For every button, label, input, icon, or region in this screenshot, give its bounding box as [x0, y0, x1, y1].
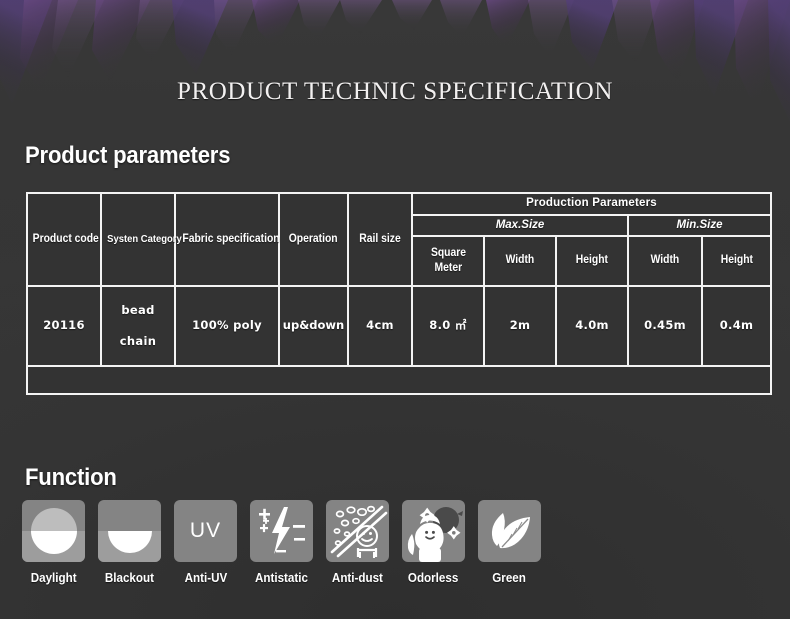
daylight-half-circle-icon	[22, 500, 85, 562]
col-header-operation: Operation	[280, 194, 347, 286]
function-label-anti-dust: Anti-dust	[331, 571, 384, 585]
cell-fabric-specification: 100% poly	[176, 287, 278, 366]
cell-max-square-meter: 8.0 ㎡	[413, 287, 483, 366]
function-label-green: Green	[492, 571, 527, 585]
col-header-min-width: Width	[629, 237, 701, 286]
uv-text-icon: UV	[174, 500, 237, 562]
function-item-antistatic[interactable]: Antistatic	[250, 500, 313, 585]
subgroup-header-min-size: Min.Size	[629, 215, 771, 236]
product-parameters-heading: Product parameters	[25, 142, 231, 169]
cell-min-width: 0.45m	[629, 287, 701, 366]
leaf-icon	[478, 500, 541, 562]
col-header-fabric-specification: Fabric specification	[176, 194, 280, 286]
function-label-anti-uv: Anti-UV	[184, 571, 227, 585]
subgroup-header-max-size: Max.Size	[413, 215, 627, 236]
col-header-max-height: Height	[557, 237, 627, 286]
function-item-odorless[interactable]: Odorless	[402, 500, 465, 585]
function-heading: Function	[25, 464, 117, 491]
table-empty-row	[28, 367, 771, 394]
function-label-blackout: Blackout	[104, 571, 155, 585]
col-header-system-category: Systen Category	[102, 194, 182, 286]
page-title: PRODUCT TECHNIC SPECIFICATION	[177, 78, 613, 105]
cell-rail-size: 4cm	[349, 287, 411, 366]
product-parameters-table-wrapper: Product code Systen Category Fabric spec…	[26, 192, 773, 396]
function-item-blackout[interactable]: Blackout	[98, 500, 161, 585]
cell-min-height: 0.4m	[703, 287, 771, 366]
col-header-rail-size: Rail size	[349, 194, 411, 286]
cell-product-code: 20116	[28, 287, 100, 366]
function-item-green[interactable]: Green	[478, 500, 541, 585]
function-label-odorless: Odorless	[408, 571, 459, 585]
lightning-bolt-icon	[250, 500, 313, 562]
col-header-min-height: Height	[703, 237, 771, 286]
function-item-anti-dust[interactable]: Anti-dust	[326, 500, 389, 585]
cell-system-category: bead chain	[102, 287, 174, 366]
dust-barrier-icon	[326, 500, 389, 562]
function-label-daylight: Daylight	[30, 571, 77, 585]
cell-max-width: 2m	[485, 287, 555, 366]
cell-empty-spacer	[28, 367, 771, 394]
function-label-antistatic: Antistatic	[255, 571, 308, 585]
col-header-square-meter: Square Meter	[413, 237, 483, 286]
table-row: 20116 bead chain 100% poly up&down 4cm 8…	[28, 287, 771, 366]
function-item-anti-uv[interactable]: UV Anti-UV	[174, 500, 237, 585]
girl-flower-icon	[402, 500, 465, 562]
cell-operation: up&down	[280, 287, 347, 366]
blackout-half-circle-icon	[98, 500, 161, 562]
uv-glyph: UV	[189, 519, 222, 542]
table-header-row-1: Product code Systen Category Fabric spec…	[28, 194, 771, 286]
group-header-production-parameters: Production Parameters	[413, 194, 771, 214]
function-icon-row: Daylight Blackout UV Anti-UV Antistatic …	[22, 500, 582, 585]
cell-max-height: 4.0m	[557, 287, 627, 366]
col-header-product-code: Product code	[28, 194, 100, 286]
function-item-daylight[interactable]: Daylight	[22, 500, 85, 585]
col-header-max-width: Width	[485, 237, 555, 286]
product-parameters-table: Product code Systen Category Fabric spec…	[26, 192, 773, 396]
